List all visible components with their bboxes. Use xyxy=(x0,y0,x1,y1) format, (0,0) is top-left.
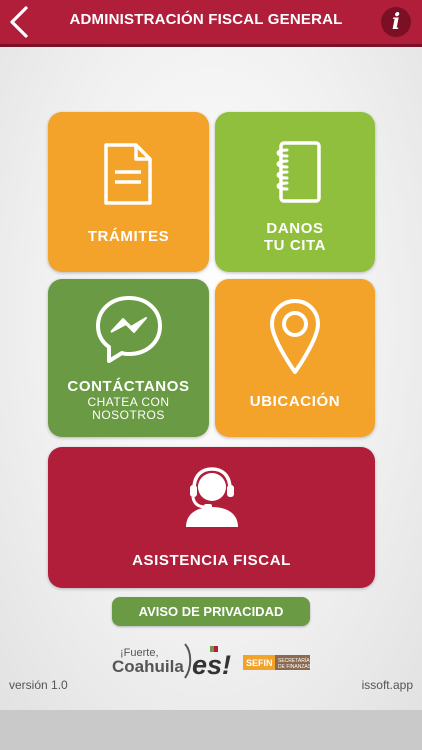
messenger-icon xyxy=(96,296,162,363)
logo-secretaria-line1: SECRETARÍA xyxy=(278,657,310,664)
logo-es-text: es! xyxy=(192,650,231,680)
page-title: ADMINISTRACIÓN FISCAL GENERAL xyxy=(69,11,343,28)
cita-label-line2: TU CITA xyxy=(263,237,327,254)
document-icon xyxy=(104,143,152,205)
header-divider xyxy=(0,44,422,47)
asistencia-fiscal-button[interactable]: ASISTENCIA FISCAL xyxy=(48,447,375,588)
info-button[interactable]: i xyxy=(381,7,411,37)
chevron-left-icon xyxy=(10,6,28,38)
danos-tu-cita-button[interactable]: DANOS TU CITA xyxy=(215,112,375,272)
tramites-button[interactable]: TRÁMITES xyxy=(48,112,209,272)
notebook-icon xyxy=(276,141,321,203)
contactanos-label: CONTÁCTANOS xyxy=(67,378,190,395)
ubicacion-label: UBICACIÓN xyxy=(249,393,341,410)
aviso-privacidad-button[interactable]: AVISO DE PRIVACIDAD xyxy=(112,597,310,626)
logo-sefin-text: SEFIN xyxy=(246,658,273,668)
contactanos-sub-line2: NOSOTROS xyxy=(92,408,165,422)
ubicacion-button[interactable]: UBICACIÓN xyxy=(215,279,375,437)
contactanos-button[interactable]: CONTÁCTANOS CHATEA CON NOSOTROS xyxy=(48,279,209,437)
logo-coahuila-text: Coahuila xyxy=(112,657,184,676)
back-button[interactable] xyxy=(4,4,34,40)
location-pin-icon xyxy=(270,299,320,374)
top-bar: ADMINISTRACIÓN FISCAL GENERAL i xyxy=(0,0,422,44)
logo-secretaria-line2: DE FINANZAS xyxy=(278,664,312,670)
asistencia-label: ASISTENCIA FISCAL xyxy=(132,552,291,569)
bottom-band xyxy=(0,710,422,750)
headset-agent-icon xyxy=(186,467,238,527)
tramites-label: TRÁMITES xyxy=(87,228,170,245)
coahuila-sefin-logo: ¡Fuerte, Coahuila es! SEFIN SECRETARÍA D… xyxy=(112,643,312,680)
website-text: issoft.app xyxy=(361,678,413,692)
cita-label-line1: DANOS xyxy=(266,220,324,237)
version-text: versión 1.0 xyxy=(9,678,68,692)
